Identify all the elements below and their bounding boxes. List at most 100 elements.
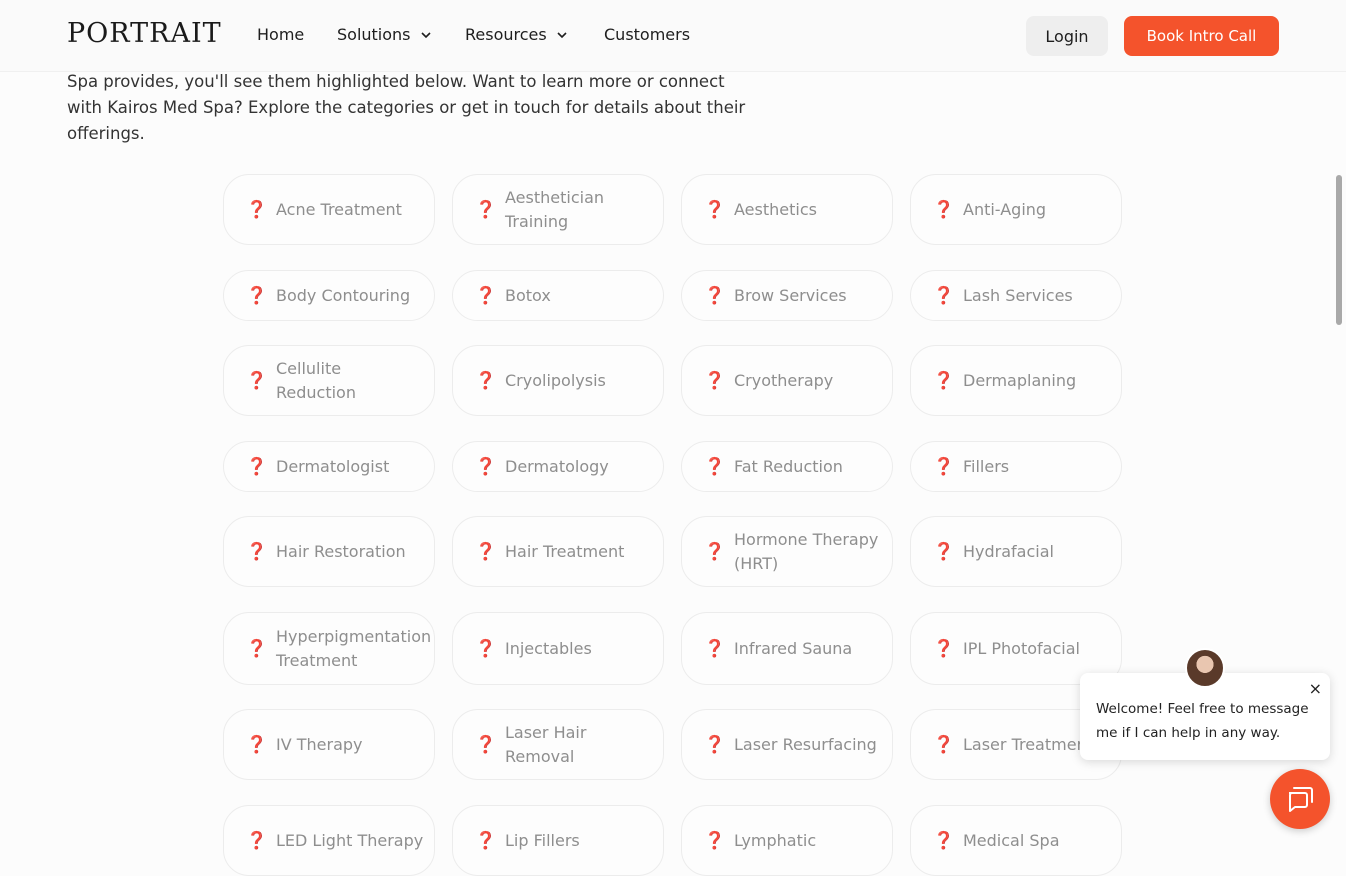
category-pill[interactable]: ❓ Aesthetics bbox=[681, 174, 893, 245]
category-pill[interactable]: ❓ Acne Treatment bbox=[223, 174, 435, 245]
category-pill[interactable]: ❓ Fillers bbox=[910, 441, 1122, 492]
category-pill[interactable]: ❓ Aesthetician Training bbox=[452, 174, 664, 245]
category-label: Cellulite Reduction bbox=[276, 358, 356, 402]
question-mark-icon: ❓ bbox=[933, 456, 955, 477]
scrollbar-thumb[interactable] bbox=[1336, 175, 1342, 325]
category-pill[interactable]: ❓ Hair Treatment bbox=[452, 516, 664, 587]
category-label: Brow Services bbox=[734, 285, 847, 305]
question-mark-icon: ❓ bbox=[933, 199, 955, 220]
question-mark-icon: ❓ bbox=[246, 830, 268, 851]
question-mark-icon: ❓ bbox=[475, 734, 497, 755]
category-pill[interactable]: ❓ Hyperpigmentation Treatment bbox=[223, 612, 435, 685]
category-label: Laser Resurfacing bbox=[734, 734, 877, 754]
chat-agent-avatar bbox=[1185, 648, 1225, 688]
question-mark-icon: ❓ bbox=[933, 541, 955, 562]
category-label: Lip Fillers bbox=[505, 830, 580, 850]
category-pill[interactable]: ❓ Dermaplaning bbox=[910, 345, 1122, 416]
login-button[interactable]: Login bbox=[1026, 16, 1108, 56]
nav-home[interactable]: Home bbox=[257, 25, 304, 44]
nav-resources[interactable]: Resources bbox=[465, 25, 567, 44]
chat-icon bbox=[1289, 787, 1313, 812]
category-label: Hair Restoration bbox=[276, 541, 406, 561]
category-pill[interactable]: ❓ Lymphatic bbox=[681, 805, 893, 876]
nav-solutions[interactable]: Solutions bbox=[337, 25, 431, 44]
question-mark-icon: ❓ bbox=[246, 734, 268, 755]
question-mark-icon: ❓ bbox=[246, 541, 268, 562]
category-label: Anti-Aging bbox=[963, 199, 1047, 219]
question-mark-icon: ❓ bbox=[704, 638, 726, 659]
category-pill[interactable]: ❓ Botox bbox=[452, 270, 664, 321]
chat-launcher-button[interactable] bbox=[1270, 769, 1330, 829]
category-label: Hyperpigmentation Treatment bbox=[276, 626, 432, 670]
category-pill[interactable]: ❓ Dermatologist bbox=[223, 441, 435, 492]
category-label: Aesthetician Training bbox=[505, 187, 605, 231]
category-label: Lymphatic bbox=[734, 830, 817, 850]
category-pill[interactable]: ❓ Medical Spa bbox=[910, 805, 1122, 876]
category-label: Hair Treatment bbox=[505, 541, 625, 561]
category-label: Dermatology bbox=[505, 456, 609, 476]
category-label: Injectables bbox=[505, 638, 592, 658]
question-mark-icon: ❓ bbox=[475, 638, 497, 659]
category-pill[interactable]: ❓ Fat Reduction bbox=[681, 441, 893, 492]
question-mark-icon: ❓ bbox=[246, 638, 268, 659]
category-pill[interactable]: ❓ Body Contouring bbox=[223, 270, 435, 321]
nav-customers[interactable]: Customers bbox=[604, 25, 690, 44]
question-mark-icon: ❓ bbox=[704, 734, 726, 755]
intro-line: offerings. bbox=[67, 124, 145, 143]
category-label: Infrared Sauna bbox=[734, 638, 853, 658]
category-pill[interactable]: ❓ Cryolipolysis bbox=[452, 345, 664, 416]
category-pill[interactable]: ❓ Laser Hair Removal bbox=[452, 709, 664, 780]
category-label: Dermaplaning bbox=[963, 370, 1077, 390]
intro-line: with Kairos Med Spa? Explore the categor… bbox=[67, 98, 746, 117]
question-mark-icon: ❓ bbox=[246, 199, 268, 220]
portrait-logo[interactable]: PORTRAIT bbox=[67, 18, 222, 49]
category-label: LED Light Therapy bbox=[276, 830, 424, 850]
category-pill[interactable]: ❓ Infrared Sauna bbox=[681, 612, 893, 685]
question-mark-icon: ❓ bbox=[704, 830, 726, 851]
category-pill[interactable]: ❓ LED Light Therapy bbox=[223, 805, 435, 876]
nav-solutions-label: Solutions bbox=[337, 25, 411, 44]
intro-paragraph: Spa provides, you'll see them highlighte… bbox=[67, 69, 787, 147]
question-mark-icon: ❓ bbox=[933, 285, 955, 306]
category-label: Medical Spa bbox=[963, 830, 1060, 850]
category-label: Hormone Therapy (HRT) bbox=[734, 529, 879, 573]
category-label: Laser Treatment bbox=[963, 734, 1093, 754]
question-mark-icon: ❓ bbox=[704, 370, 726, 391]
category-pill[interactable]: ❓ Cellulite Reduction bbox=[223, 345, 435, 416]
question-mark-icon: ❓ bbox=[475, 456, 497, 477]
question-mark-icon: ❓ bbox=[704, 541, 726, 562]
category-pill[interactable]: ❓ Brow Services bbox=[681, 270, 893, 321]
question-mark-icon: ❓ bbox=[475, 285, 497, 306]
chevron-down-icon bbox=[420, 31, 431, 38]
category-pill[interactable]: ❓ Lash Services bbox=[910, 270, 1122, 321]
question-mark-icon: ❓ bbox=[933, 830, 955, 851]
category-label: Cryotherapy bbox=[734, 370, 834, 390]
category-pill[interactable]: ❓ Injectables bbox=[452, 612, 664, 685]
nav-customers-label: Customers bbox=[604, 25, 691, 44]
category-pill[interactable]: ❓ Hormone Therapy (HRT) bbox=[681, 516, 893, 587]
category-pill[interactable]: ❓ Hydrafacial bbox=[910, 516, 1122, 587]
category-label: Aesthetics bbox=[734, 199, 817, 219]
category-pill[interactable]: ❓ Lip Fillers bbox=[452, 805, 664, 876]
category-pill[interactable]: ❓ Dermatology bbox=[452, 441, 664, 492]
category-pill[interactable]: ❓ Cryotherapy bbox=[681, 345, 893, 416]
category-label: Cryolipolysis bbox=[505, 370, 606, 390]
category-label: IV Therapy bbox=[276, 734, 363, 754]
question-mark-icon: ❓ bbox=[933, 638, 955, 659]
book-intro-call-button[interactable]: Book Intro Call bbox=[1124, 16, 1279, 56]
question-mark-icon: ❓ bbox=[933, 734, 955, 755]
close-icon[interactable]: × bbox=[1309, 677, 1322, 701]
category-label: Body Contouring bbox=[276, 285, 411, 305]
category-pill[interactable]: ❓ IV Therapy bbox=[223, 709, 435, 780]
question-mark-icon: ❓ bbox=[704, 456, 726, 477]
category-pill[interactable]: ❓ Anti-Aging bbox=[910, 174, 1122, 245]
category-pill[interactable]: ❓ Laser Resurfacing bbox=[681, 709, 893, 780]
question-mark-icon: ❓ bbox=[475, 199, 497, 220]
category-pill[interactable]: ❓ Hair Restoration bbox=[223, 516, 435, 587]
question-mark-icon: ❓ bbox=[475, 830, 497, 851]
question-mark-icon: ❓ bbox=[475, 541, 497, 562]
nav-resources-label: Resources bbox=[465, 25, 547, 44]
category-label: Fat Reduction bbox=[734, 456, 843, 476]
question-mark-icon: ❓ bbox=[704, 199, 726, 220]
category-label: Laser Hair Removal bbox=[505, 722, 587, 766]
